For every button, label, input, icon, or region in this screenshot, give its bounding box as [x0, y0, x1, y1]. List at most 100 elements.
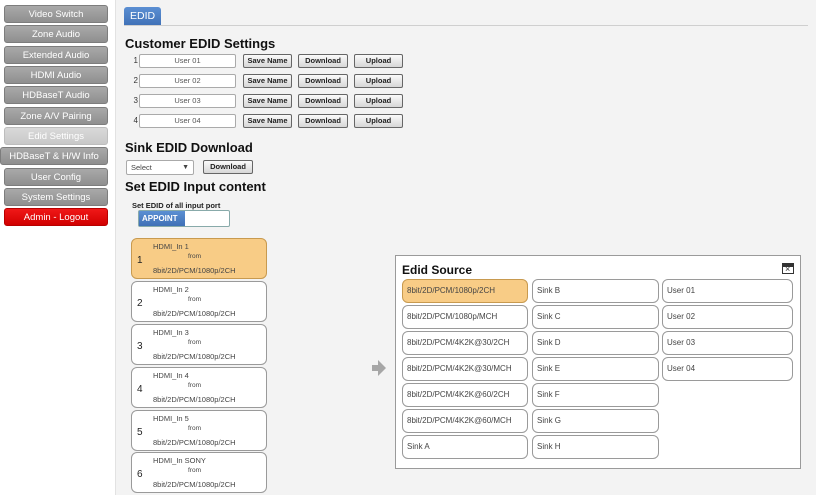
input-port-item[interactable]: 2 HDMI_In 2 from 8bit/2D/PCM/1080p/2CH	[131, 281, 267, 322]
edid-source-option[interactable]: Sink D	[532, 331, 659, 355]
sidebar-item-hdbaset-h-w-info[interactable]: HDBaseT & H/W Info	[0, 147, 108, 165]
edid-name-input[interactable]: User 01	[139, 54, 236, 68]
appoint-toggle[interactable]: APPOINT	[138, 210, 230, 227]
input-port-item[interactable]: 6 HDMI_In SONY from 8bit/2D/PCM/1080p/2CH	[131, 452, 267, 493]
sink-select-value: Select	[131, 163, 152, 172]
customer-edid-heading: Customer EDID Settings	[125, 36, 276, 51]
edid-source-option[interactable]: Sink F	[532, 383, 659, 407]
port-from-label: from	[188, 339, 201, 346]
sidebar-item-edid-settings[interactable]: Edid Settings	[4, 127, 108, 145]
upload-button[interactable]: Upload	[354, 74, 403, 88]
tab-edid[interactable]: EDID	[124, 7, 162, 26]
customer-edid-row: 1 User 01 Save Name Download Upload	[130, 54, 420, 69]
port-edid-format: 8bit/2D/PCM/1080p/2CH	[153, 438, 236, 447]
appoint-toggle-label: APPOINT	[139, 211, 185, 226]
edid-source-option[interactable]: 8bit/2D/PCM/4K2K@30/2CH	[402, 331, 528, 355]
edid-source-option[interactable]: Sink B	[532, 279, 659, 303]
edid-name-input[interactable]: User 04	[139, 114, 236, 128]
edid-source-option[interactable]: 8bit/2D/PCM/1080p/2CH	[402, 279, 528, 303]
sidebar-item-hdmi-audio[interactable]: HDMI Audio	[4, 66, 108, 84]
port-number: 3	[137, 341, 143, 352]
port-number: 2	[137, 298, 143, 309]
sidebar-item-zone-audio[interactable]: Zone Audio	[4, 25, 108, 43]
customer-edid-row: 3 User 03 Save Name Download Upload	[130, 94, 420, 109]
customer-edid-row: 4 User 04 Save Name Download Upload	[130, 114, 420, 129]
set-all-label: Set EDID of all input port	[132, 201, 221, 210]
edid-source-option[interactable]: 8bit/2D/PCM/4K2K@60/2CH	[402, 383, 528, 407]
edid-source-option[interactable]: Sink G	[532, 409, 659, 433]
download-button[interactable]: Download	[298, 54, 348, 68]
edid-source-option[interactable]: 8bit/2D/PCM/4K2K@30/MCH	[402, 357, 528, 381]
row-number: 2	[133, 76, 138, 85]
edid-source-title: Edid Source	[402, 263, 473, 277]
close-icon[interactable]	[782, 263, 794, 274]
port-from-label: from	[188, 253, 201, 260]
edid-source-option[interactable]: 8bit/2D/PCM/4K2K@60/MCH	[402, 409, 528, 433]
input-port-item[interactable]: 1 HDMI_In 1 from 8bit/2D/PCM/1080p/2CH	[131, 238, 267, 279]
port-edid-format: 8bit/2D/PCM/1080p/2CH	[153, 480, 236, 489]
sink-edid-select[interactable]: Select ▼	[126, 160, 194, 175]
edid-source-option[interactable]: Sink H	[532, 435, 659, 459]
row-number: 1	[133, 56, 138, 65]
download-button[interactable]: Download	[298, 114, 348, 128]
port-name: HDMI_In 3	[153, 328, 189, 337]
edid-source-option[interactable]: User 02	[662, 305, 793, 329]
input-port-item[interactable]: 5 HDMI_In 5 from 8bit/2D/PCM/1080p/2CH	[131, 410, 267, 451]
upload-button[interactable]: Upload	[354, 114, 403, 128]
sink-edid-heading: Sink EDID Download	[125, 140, 253, 155]
port-name: HDMI_In 4	[153, 371, 189, 380]
edid-source-panel: Edid Source 8bit/2D/PCM/1080p/2CH8bit/2D…	[395, 255, 801, 469]
upload-button[interactable]: Upload	[354, 54, 403, 68]
sidebar: Video Switch Zone Audio Extended Audio HDMI…	[0, 0, 110, 495]
port-name: HDMI_In 2	[153, 285, 189, 294]
input-port-item[interactable]: 3 HDMI_In 3 from 8bit/2D/PCM/1080p/2CH	[131, 324, 267, 365]
edid-source-option[interactable]: User 01	[662, 279, 793, 303]
edid-name-input[interactable]: User 02	[139, 74, 236, 88]
port-name: HDMI_In 1	[153, 242, 189, 251]
edid-source-option[interactable]: User 04	[662, 357, 793, 381]
download-button[interactable]: Download	[298, 74, 348, 88]
save-name-button[interactable]: Save Name	[243, 54, 292, 68]
customer-edid-row: 2 User 02 Save Name Download Upload	[130, 74, 420, 89]
upload-button[interactable]: Upload	[354, 94, 403, 108]
port-number: 1	[137, 255, 143, 266]
input-content-heading: Set EDID Input content	[125, 179, 266, 194]
edid-source-option[interactable]: Sink E	[532, 357, 659, 381]
sink-download-button[interactable]: Download	[203, 160, 253, 174]
sidebar-item-admin-logout[interactable]: Admin - Logout	[4, 208, 108, 226]
sidebar-item-video-switch[interactable]: Video Switch	[4, 5, 108, 23]
sidebar-item-zone-a-v-pairing[interactable]: Zone A/V Pairing	[4, 107, 108, 125]
download-button[interactable]: Download	[298, 94, 348, 108]
row-number: 3	[133, 96, 138, 105]
port-edid-format: 8bit/2D/PCM/1080p/2CH	[153, 309, 236, 318]
port-from-label: from	[188, 296, 201, 303]
sidebar-item-system-settings[interactable]: System Settings	[4, 188, 108, 206]
sidebar-item-user-config[interactable]: User Config	[4, 168, 108, 186]
input-port-item[interactable]: 4 HDMI_In 4 from 8bit/2D/PCM/1080p/2CH	[131, 367, 267, 408]
port-name: HDMI_In 5	[153, 414, 189, 423]
port-from-label: from	[188, 467, 201, 474]
edid-source-option[interactable]: User 03	[662, 331, 793, 355]
arrow-right-icon	[372, 360, 386, 376]
edid-source-option[interactable]: Sink C	[532, 305, 659, 329]
row-number: 4	[133, 116, 138, 125]
port-name: HDMI_In SONY	[153, 456, 206, 465]
save-name-button[interactable]: Save Name	[243, 114, 292, 128]
port-edid-format: 8bit/2D/PCM/1080p/2CH	[153, 266, 236, 275]
sidebar-item-hdbaset-audio[interactable]: HDBaseT Audio	[4, 86, 108, 104]
port-edid-format: 8bit/2D/PCM/1080p/2CH	[153, 352, 236, 361]
port-number: 5	[137, 427, 143, 438]
port-number: 6	[137, 469, 143, 480]
chevron-down-icon: ▼	[182, 164, 189, 171]
sidebar-item-extended-audio[interactable]: Extended Audio	[4, 46, 108, 64]
main-panel: EDID Customer EDID Settings 1 User 01 Save…	[115, 0, 816, 495]
port-from-label: from	[188, 425, 201, 432]
save-name-button[interactable]: Save Name	[243, 94, 292, 108]
edid-source-option[interactable]: 8bit/2D/PCM/1080p/MCH	[402, 305, 528, 329]
port-number: 4	[137, 384, 143, 395]
edid-name-input[interactable]: User 03	[139, 94, 236, 108]
port-from-label: from	[188, 382, 201, 389]
save-name-button[interactable]: Save Name	[243, 74, 292, 88]
tab-divider	[124, 25, 808, 26]
edid-source-option[interactable]: Sink A	[402, 435, 528, 459]
